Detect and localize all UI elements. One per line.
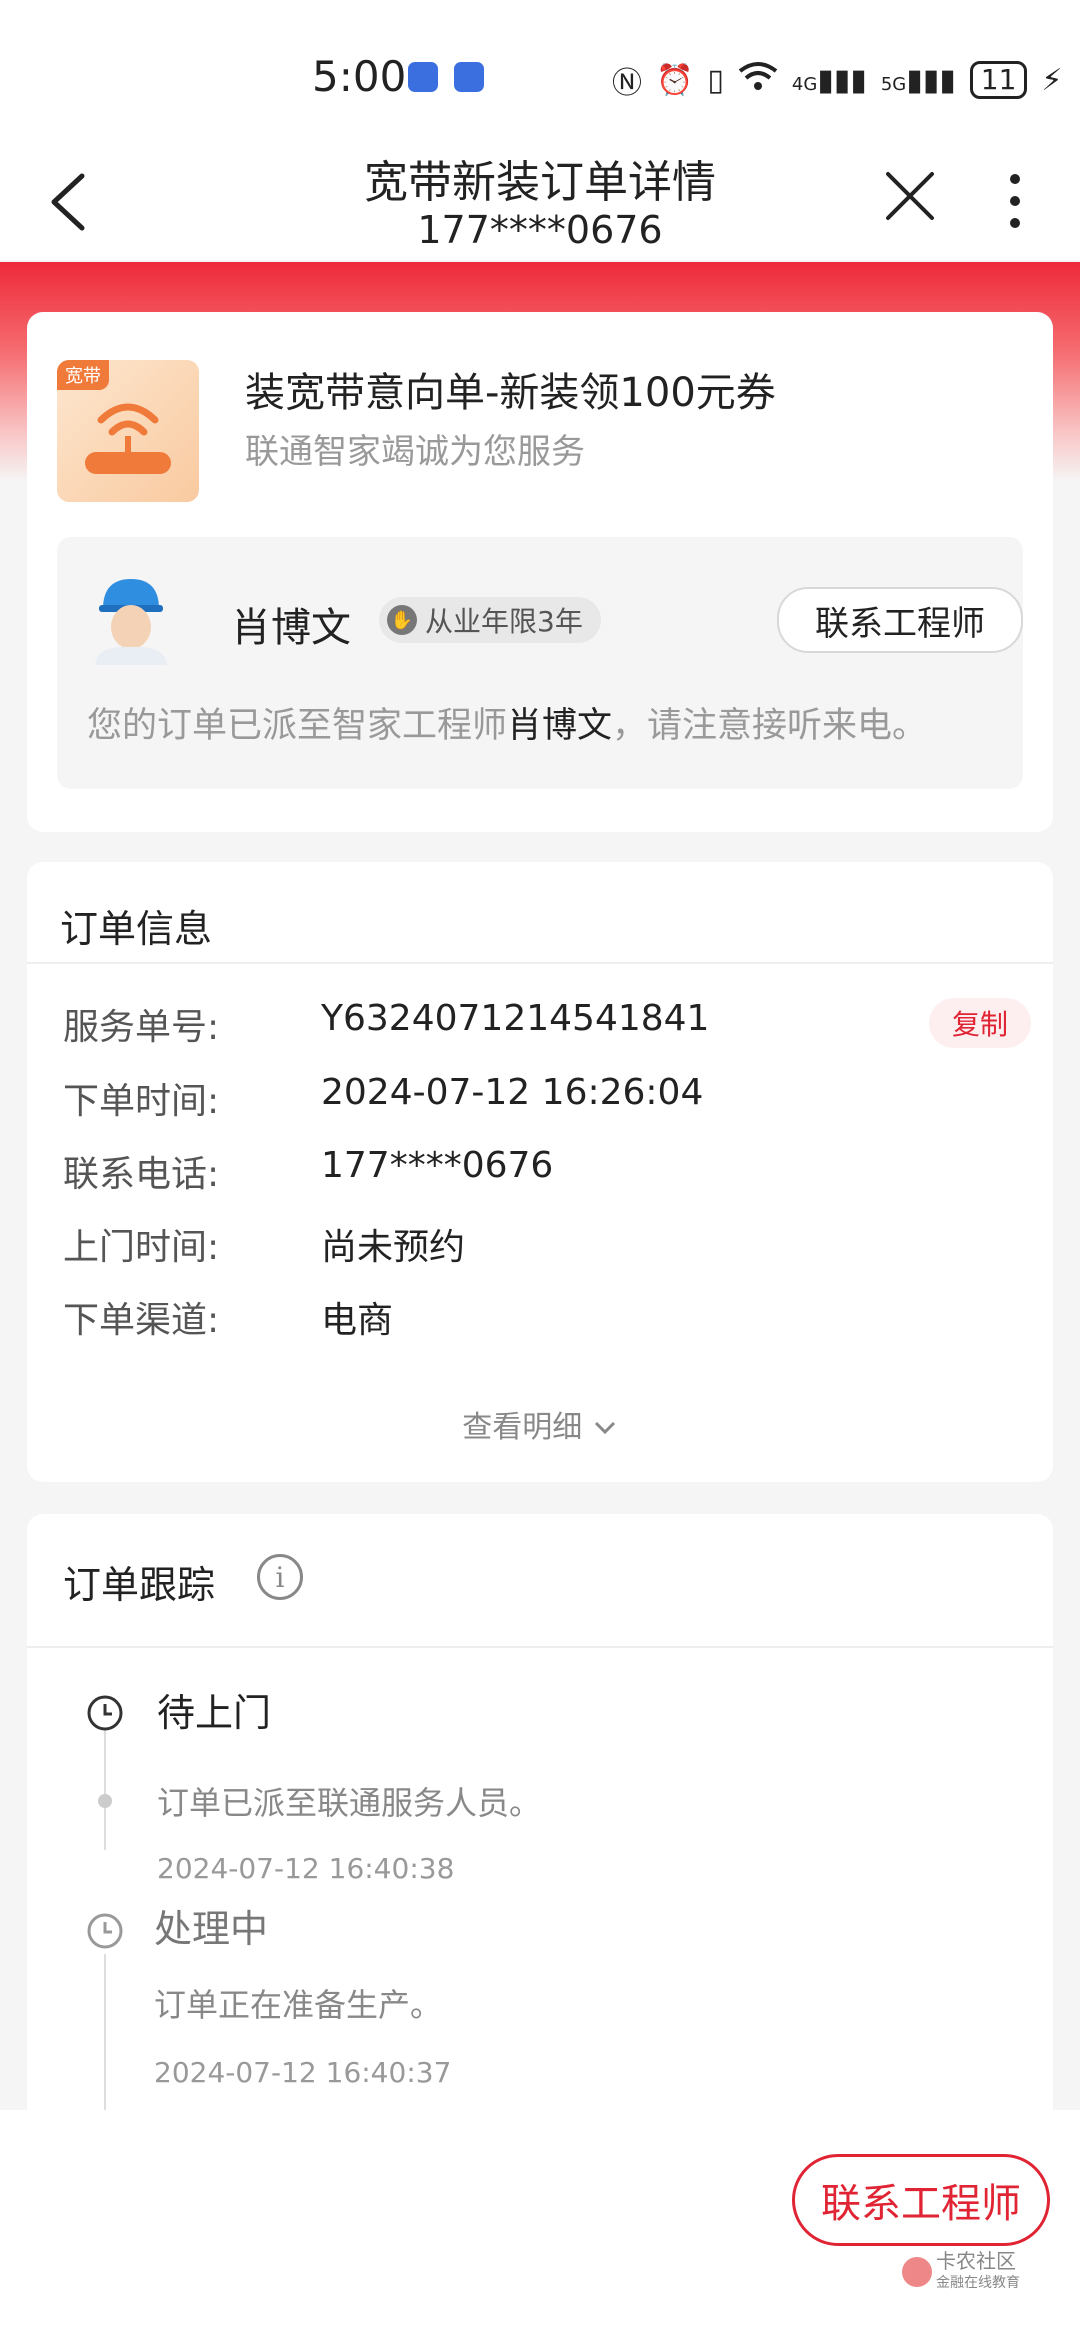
info-value: 尚未预约 <box>321 1227 466 1268</box>
status-bar: 5:00 Ⓝ ⏰ ▯ 4G▮▮▮ 5G▮▮▮ 11 ⚡ <box>0 0 1080 150</box>
dispatch-notice: 您的订单已派至智家工程师肖博文，请注意接听来电。 <box>87 706 928 746</box>
order-tracking-card: 订单跟踪 i 待上门 订单已派至联通服务人员。 2024-07-12 16:40… <box>27 1514 1053 2214</box>
info-label: 联系电话: <box>63 1154 220 1195</box>
signal-icon: 5G▮▮▮ <box>880 62 956 98</box>
info-value: Y6324071214541841 <box>321 998 710 1039</box>
vibrate-icon: ▯ <box>707 62 724 98</box>
status-time: 5:00 <box>312 52 407 101</box>
info-value: 177****0676 <box>321 1145 554 1186</box>
contact-engineer-bottom-button[interactable]: 联系工程师 <box>792 2154 1050 2246</box>
experience-tag: ✋ 从业年限3年 <box>379 597 601 643</box>
clock-icon <box>87 1695 123 1731</box>
alarm-app-icon <box>408 62 438 92</box>
copy-button[interactable]: 复制 <box>929 998 1031 1048</box>
watermark-logo-icon <box>902 2257 932 2287</box>
timeline-event-time: 2024-07-12 16:40:38 <box>157 1852 455 1885</box>
info-row-service-number: 服务单号: Y6324071214541841 复制 <box>63 998 1031 1058</box>
signal-icon: 4G▮▮▮ <box>791 62 867 98</box>
timeline-event-desc: 订单正在准备生产。 <box>154 1986 443 2024</box>
timeline-event-time: 2024-07-12 16:40:37 <box>154 2056 452 2089</box>
engineer-panel: 肖博文 ✋ 从业年限3年 联系工程师 您的订单已派至智家工程师肖博文，请注意接听… <box>57 537 1023 789</box>
divider <box>27 1646 1053 1648</box>
info-row-channel: 下单渠道: 电商 <box>63 1291 1023 1351</box>
more-options-icon[interactable] <box>1000 172 1030 230</box>
contact-engineer-button[interactable]: 联系工程师 <box>777 587 1023 653</box>
info-value: 电商 <box>321 1300 394 1341</box>
close-icon[interactable] <box>884 170 936 222</box>
order-tracking-title: 订单跟踪 <box>63 1563 216 1607</box>
product-card: 宽带 装宽带意向单-新装领100元券 联通智家竭诚为您服务 肖博文 ✋ 从业年限… <box>27 312 1053 832</box>
status-icons: Ⓝ ⏰ ▯ 4G▮▮▮ 5G▮▮▮ 11 ⚡ <box>612 58 1062 102</box>
product-badge: 宽带 <box>57 360 109 390</box>
timeline-event-desc: 订单已派至联通服务人员。 <box>157 1784 542 1822</box>
watermark: 卡农社区 金融在线教育 <box>902 2250 1052 2292</box>
info-value: 2024-07-12 16:26:04 <box>321 1072 704 1113</box>
info-label: 下单渠道: <box>63 1300 220 1341</box>
info-icon[interactable]: i <box>257 1554 303 1600</box>
broadband-router-icon: 宽带 <box>57 360 199 502</box>
chevron-down-icon <box>594 1421 615 1435</box>
charging-icon: ⚡ <box>1041 62 1063 98</box>
info-row-order-time: 下单时间: 2024-07-12 16:26:04 <box>63 1072 1023 1132</box>
product-subtitle: 联通智家竭诚为您服务 <box>245 432 585 472</box>
nav-header: 宽带新装订单详情 177****0676 <box>0 130 1080 260</box>
bottom-action-bar: 联系工程师 卡农社区 金融在线教育 <box>0 2110 1080 2340</box>
clock-icon <box>87 1913 123 1949</box>
nfc-icon: Ⓝ <box>612 66 642 101</box>
engineer-avatar <box>95 579 167 665</box>
experience-icon: ✋ <box>387 605 417 635</box>
order-info-title: 订单信息 <box>60 907 213 951</box>
info-row-phone: 联系电话: 177****0676 <box>63 1145 1023 1205</box>
engineer-name: 肖博文 <box>231 605 351 651</box>
divider <box>27 962 1053 964</box>
notice-engineer-name: 肖博文 <box>507 706 613 746</box>
battery-icon: 11 <box>969 61 1028 99</box>
info-label: 下单时间: <box>63 1081 220 1122</box>
order-detail-page: 5:00 Ⓝ ⏰ ▯ 4G▮▮▮ 5G▮▮▮ 11 ⚡ 宽带新装订单详情 177… <box>0 0 1080 2340</box>
timeline-dot <box>98 1794 112 1808</box>
product-title: 装宽带意向单-新装领100元券 <box>245 370 776 416</box>
info-label: 上门时间: <box>63 1227 220 1268</box>
order-info-card: 订单信息 服务单号: Y6324071214541841 复制 下单时间: 20… <box>27 862 1053 1482</box>
timeline-event-title: 处理中 <box>154 1907 269 1951</box>
wifi-icon <box>738 61 778 99</box>
timeline-event-title: 待上门 <box>157 1691 272 1735</box>
experience-text: 从业年限3年 <box>425 605 583 638</box>
alarm-app-icon <box>454 62 484 92</box>
info-row-visit-time: 上门时间: 尚未预约 <box>63 1218 1023 1278</box>
info-label: 服务单号: <box>63 1007 220 1048</box>
view-details-link[interactable]: 查看明细 <box>27 1402 1053 1446</box>
alarm-icon: ⏰ <box>656 62 694 98</box>
